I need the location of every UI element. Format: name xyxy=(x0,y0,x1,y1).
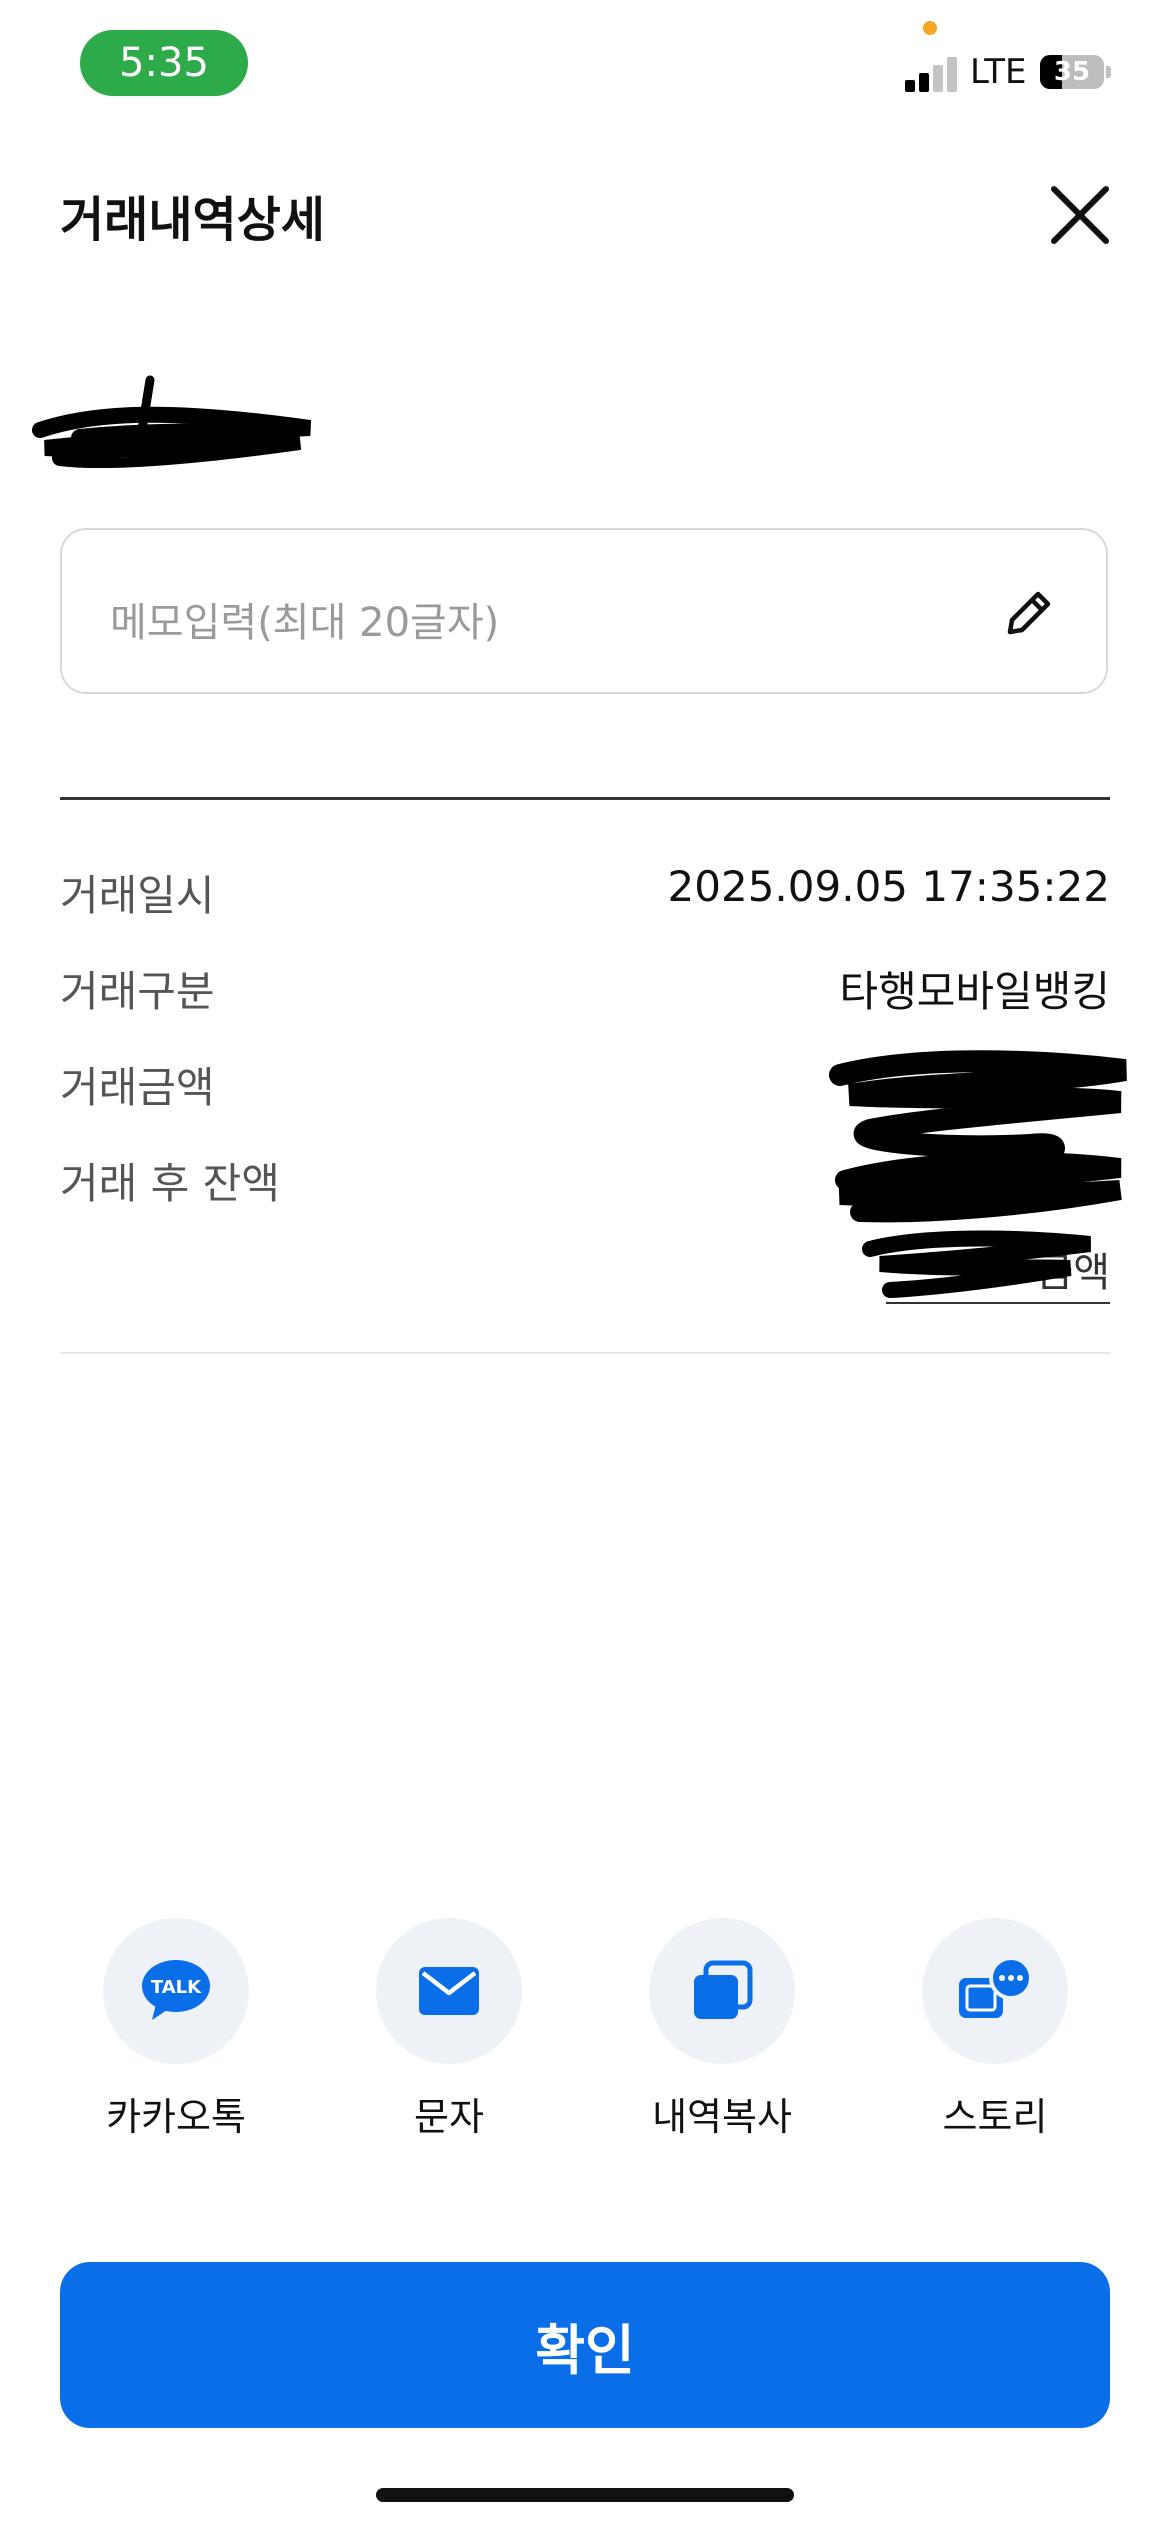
close-button[interactable] xyxy=(1040,175,1120,255)
copy-icon xyxy=(694,1960,753,2019)
share-story-label: 스토리 xyxy=(942,2095,1048,2139)
home-indicator xyxy=(376,2488,794,2502)
detail-value-datetime: 2025.09.05 17:35:22 xyxy=(667,862,1110,911)
privacy-indicator-dot xyxy=(923,21,937,35)
redacted-account-name xyxy=(32,375,312,468)
share-kakaotalk-label: 카카오톡 xyxy=(106,2095,246,2139)
share-sms-label: 문자 xyxy=(414,2095,484,2139)
detail-value-type: 타행모바일뱅킹 xyxy=(839,967,1110,1016)
battery-icon: 35 xyxy=(1040,55,1104,89)
story-icon xyxy=(959,1956,1033,2018)
section-divider xyxy=(60,797,1110,800)
memo-placeholder: 메모입력(최대 20글자) xyxy=(110,600,500,646)
battery-level: 35 xyxy=(1053,57,1091,87)
share-sms-button[interactable]: 문자 xyxy=(349,1918,549,2141)
story-icon-bg xyxy=(922,1918,1068,2064)
network-type: LTE xyxy=(970,52,1027,92)
share-story-button[interactable]: 스토리 xyxy=(895,1918,1095,2141)
status-time: 5:35 xyxy=(80,30,248,96)
redacted-link-scribble xyxy=(862,1230,1091,1298)
kakaotalk-icon-text: TALK xyxy=(151,1977,202,1998)
share-copy-label: 내역복사 xyxy=(652,2095,792,2139)
kakaotalk-icon: TALK xyxy=(142,1960,210,2020)
share-copy-button[interactable]: 내역복사 xyxy=(622,1918,822,2141)
transaction-detail-screen: 5:35 LTE 35 거래내역상세 메모입력(최대 20글자) 거래일시 20 xyxy=(0,0,1170,2532)
pencil-icon[interactable] xyxy=(1000,584,1058,642)
share-kakaotalk-button[interactable]: TALK 카카오톡 xyxy=(76,1918,276,2141)
memo-input[interactable]: 메모입력(최대 20글자) xyxy=(60,528,1108,694)
redacted-balance xyxy=(835,1152,1122,1223)
page-title: 거래내역상세 xyxy=(60,192,325,248)
detail-label-type: 거래구분 xyxy=(60,967,215,1016)
confirm-button[interactable]: 확인 xyxy=(60,2262,1110,2428)
close-icon xyxy=(1051,186,1109,244)
detail-label-datetime: 거래일시 xyxy=(60,871,215,920)
copy-icon-bg xyxy=(649,1918,795,2064)
envelope-icon-bg xyxy=(376,1918,522,2064)
detail-label-amount: 거래금액 xyxy=(60,1063,215,1112)
detail-label-balance: 거래 후 잔액 xyxy=(60,1159,280,1208)
signal-icon xyxy=(905,56,961,92)
envelope-icon xyxy=(419,1967,479,2015)
section-divider-light xyxy=(60,1352,1110,1354)
kakaotalk-icon-bg: TALK xyxy=(103,1918,249,2064)
battery-tip xyxy=(1106,66,1111,78)
